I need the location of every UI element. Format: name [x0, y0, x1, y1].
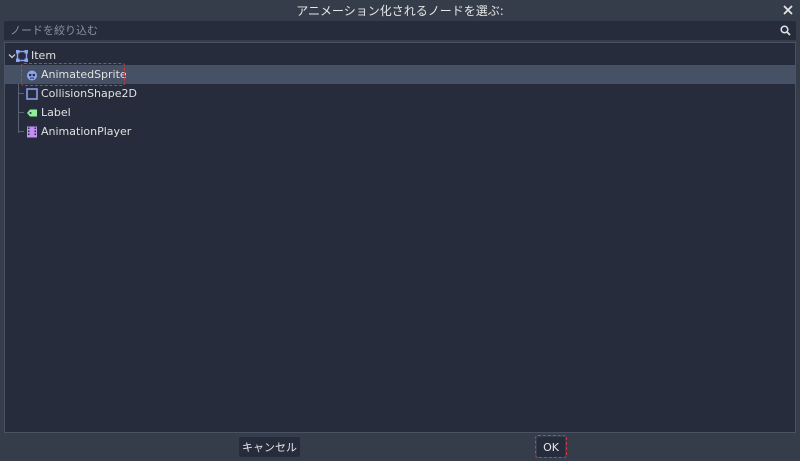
ok-button[interactable]: OK — [537, 437, 565, 457]
dialog-titlebar: アニメーション化されるノードを選ぶ: — [0, 0, 800, 20]
dialog-title: アニメーション化されるノードを選ぶ: — [296, 3, 504, 18]
label-icon — [26, 107, 38, 119]
node-tree: Item AnimatedSprite CollisionShape2D Lab… — [4, 42, 796, 433]
animated-sprite-icon — [26, 69, 38, 81]
tree-row-label-node[interactable]: Label — [5, 103, 795, 122]
cancel-button[interactable]: キャンセル — [239, 437, 300, 457]
tree-row-label: AnimationPlayer — [41, 125, 132, 138]
search-icon[interactable] — [776, 22, 794, 40]
close-button[interactable] — [780, 2, 796, 18]
chevron-down-icon[interactable] — [8, 52, 16, 60]
filter-row — [4, 21, 796, 40]
collision-shape-icon — [26, 87, 38, 100]
tree-row-animation-player[interactable]: AnimationPlayer — [5, 122, 795, 141]
tree-row-animated-sprite[interactable]: AnimatedSprite — [5, 65, 795, 84]
tree-row-item[interactable]: Item — [5, 46, 795, 65]
filter-nodes-input[interactable] — [4, 21, 776, 40]
animation-player-icon — [26, 126, 38, 138]
tree-row-label: CollisionShape2D — [41, 87, 137, 100]
tree-row-label: AnimatedSprite — [41, 68, 127, 81]
tree-row-collision-shape[interactable]: CollisionShape2D — [5, 84, 795, 103]
tree-row-label: Item — [31, 49, 57, 62]
node2d-icon — [16, 49, 28, 62]
close-icon — [783, 5, 793, 15]
tree-row-label: Label — [41, 106, 71, 119]
